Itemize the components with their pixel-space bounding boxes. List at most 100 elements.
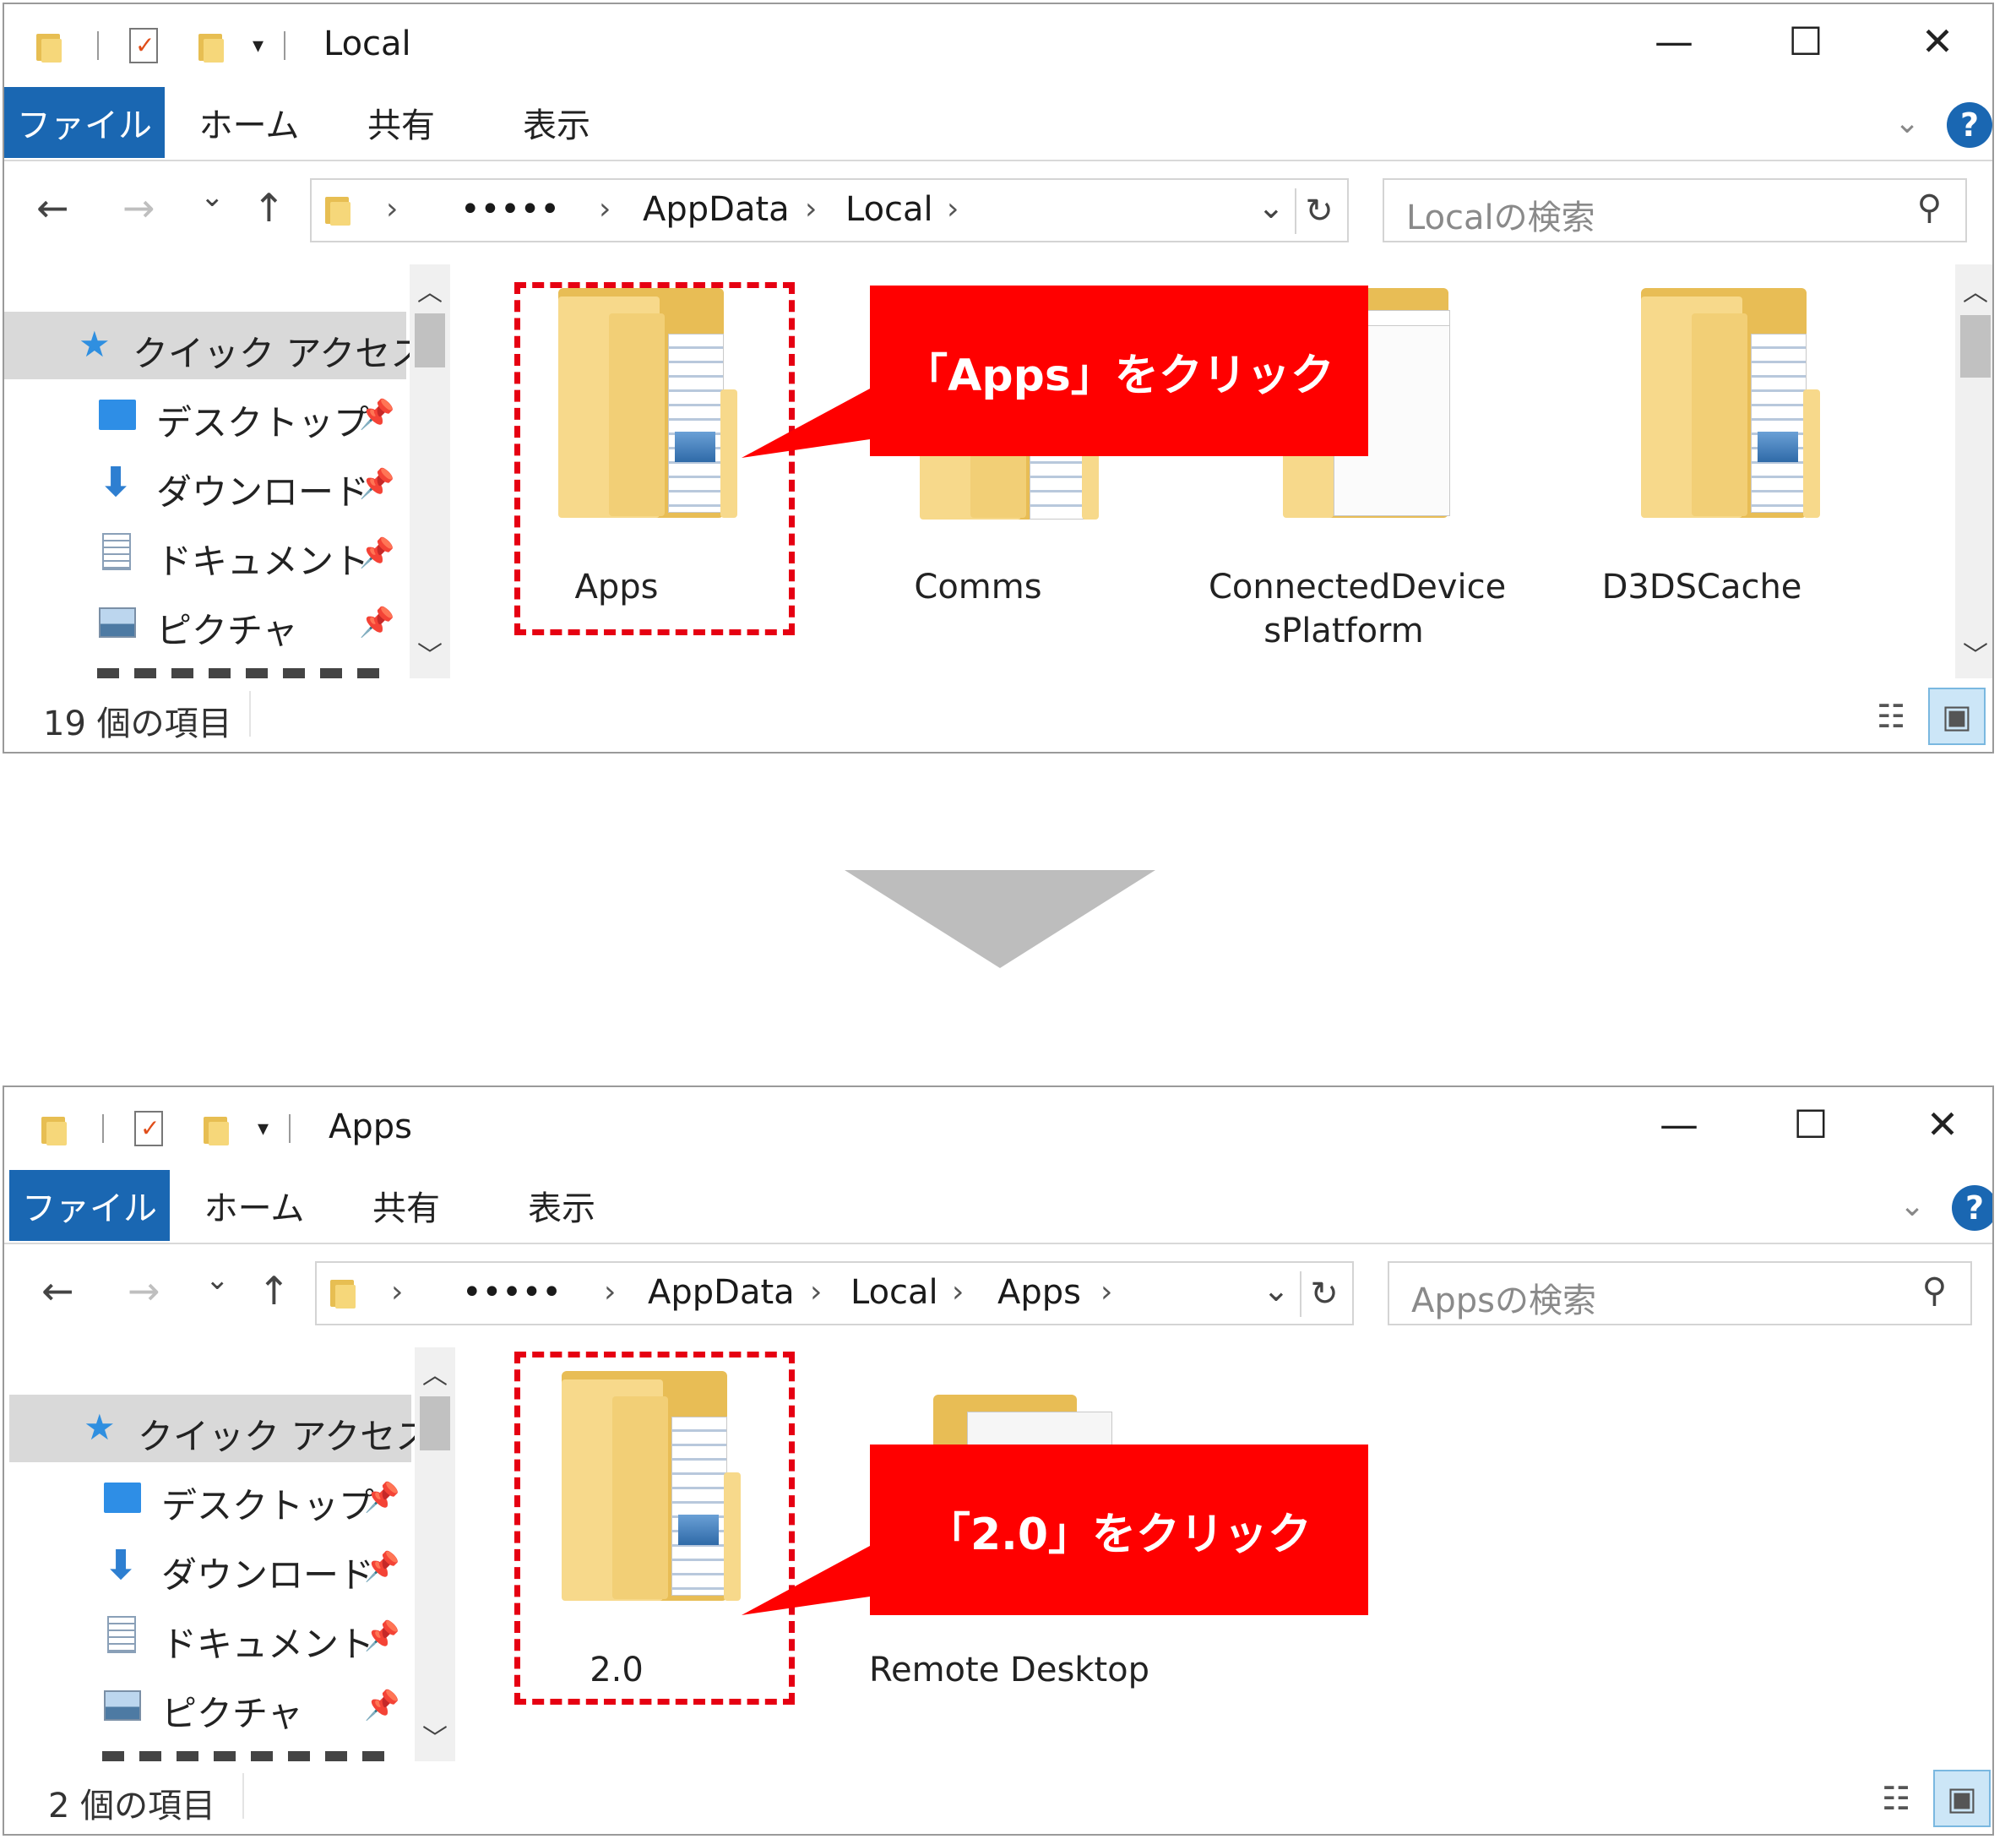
file-list-scrollbar[interactable]: ︿ ﹀: [1955, 264, 1992, 678]
recent-locations-button[interactable]: ⌄: [205, 1263, 230, 1297]
nav-pane-scrollbar[interactable]: ︿ ﹀: [410, 264, 450, 678]
pin-icon[interactable]: 📌: [364, 1619, 399, 1653]
download-arrow-icon: ⬇: [104, 1542, 139, 1589]
refresh-button[interactable]: ↻: [1295, 188, 1342, 234]
folder-icon[interactable]: [36, 29, 62, 63]
scroll-thumb[interactable]: [415, 313, 445, 367]
tab-view[interactable]: 表示: [497, 87, 616, 158]
tab-home[interactable]: ホーム: [190, 87, 308, 158]
breadcrumb-chevron-icon[interactable]: ›: [604, 1275, 616, 1309]
new-folder-icon[interactable]: [204, 1112, 229, 1145]
recent-locations-button[interactable]: ⌄: [200, 180, 225, 214]
nav-label: ドキュメント: [156, 541, 370, 582]
breadcrumb-chevron-icon[interactable]: ›: [805, 192, 817, 226]
refresh-button[interactable]: ↻: [1300, 1271, 1347, 1317]
tab-file[interactable]: ファイル: [9, 1170, 170, 1241]
scroll-down-icon[interactable]: ﹀: [410, 634, 450, 672]
forward-button[interactable]: →: [122, 185, 155, 231]
scroll-up-icon[interactable]: ︿: [415, 1354, 455, 1391]
pin-icon[interactable]: 📌: [359, 398, 394, 432]
large-icons-view-icon[interactable]: ▣: [1933, 1770, 1991, 1827]
breadcrumb-appdata[interactable]: AppData: [648, 1273, 795, 1312]
customize-toolbar-icon[interactable]: ▾: [258, 1116, 269, 1141]
pin-icon[interactable]: 📌: [364, 1481, 399, 1515]
scroll-up-icon[interactable]: ︿: [1955, 271, 1992, 308]
nav-item-quick-access[interactable]: ★ クイック アクセス: [9, 1395, 431, 1462]
breadcrumb-local[interactable]: Local: [845, 190, 933, 229]
address-dropdown-icon[interactable]: ⌄: [1258, 188, 1285, 226]
folder-item-d3dscache[interactable]: D3DSCache: [1567, 264, 1837, 607]
window-title: Local: [323, 24, 411, 63]
scroll-thumb[interactable]: [1960, 315, 1991, 378]
help-icon[interactable]: ?: [1947, 102, 1992, 148]
address-dropdown-icon[interactable]: ⌄: [1263, 1271, 1290, 1309]
details-view-icon[interactable]: ☷: [1862, 688, 1920, 745]
pin-icon[interactable]: 📌: [364, 1689, 399, 1722]
customize-toolbar-icon[interactable]: ▾: [253, 33, 264, 58]
scroll-thumb[interactable]: [420, 1396, 450, 1450]
tab-home[interactable]: ホーム: [195, 1170, 313, 1241]
nav-pane-scrollbar[interactable]: ︿ ﹀: [415, 1347, 455, 1761]
tab-file[interactable]: ファイル: [4, 87, 165, 158]
ribbon-expand-chevron-icon[interactable]: ⌄: [1899, 1189, 1925, 1223]
breadcrumb-chevron-icon[interactable]: ›: [1100, 1275, 1112, 1309]
breadcrumb-local[interactable]: Local: [850, 1273, 938, 1312]
address-bar[interactable]: › ••••• › AppData › Local › ⌄ ↻: [310, 178, 1349, 242]
nav-item-quick-access[interactable]: ★ クイック アクセス: [4, 312, 426, 379]
nav-item-desktop[interactable]: デスクトップ 📌: [4, 381, 406, 449]
folder-icon: [325, 192, 350, 226]
nav-item-desktop[interactable]: デスクトップ 📌: [9, 1464, 411, 1532]
breadcrumb-chevron-icon[interactable]: ›: [391, 1275, 403, 1309]
minimize-button[interactable]: —: [1641, 1099, 1717, 1150]
details-view-icon[interactable]: ☷: [1867, 1770, 1925, 1827]
search-box[interactable]: Localの検索 ⚲: [1383, 178, 1967, 242]
pin-icon[interactable]: 📌: [359, 536, 394, 570]
breadcrumb-apps[interactable]: Apps: [997, 1273, 1081, 1312]
close-button[interactable]: ✕: [1899, 16, 1975, 67]
up-button[interactable]: ↑: [253, 185, 285, 231]
breadcrumb-chevron-icon[interactable]: ›: [810, 1275, 822, 1309]
breadcrumb-user[interactable]: •••••: [462, 1273, 562, 1312]
nav-item-downloads[interactable]: ⬇ ダウンロード 📌: [9, 1533, 411, 1601]
properties-icon[interactable]: [129, 28, 158, 63]
tab-view[interactable]: 表示: [503, 1170, 621, 1241]
scroll-up-icon[interactable]: ︿: [410, 271, 450, 308]
search-box[interactable]: Appsの検索 ⚲: [1388, 1261, 1972, 1325]
close-button[interactable]: ✕: [1905, 1099, 1981, 1150]
desktop-icon: [99, 400, 136, 430]
nav-item-downloads[interactable]: ⬇ ダウンロード 📌: [4, 450, 406, 518]
forward-button[interactable]: →: [128, 1268, 160, 1314]
nav-item-documents[interactable]: ドキュメント 📌: [9, 1602, 411, 1670]
up-button[interactable]: ↑: [258, 1268, 291, 1314]
large-icons-view-icon[interactable]: ▣: [1928, 688, 1986, 745]
properties-icon[interactable]: [134, 1111, 163, 1146]
scroll-down-icon[interactable]: ﹀: [415, 1717, 455, 1755]
title-bar: ▾ Apps — ☐ ✕: [4, 1087, 1992, 1168]
callout-click-apps: 「Apps」をクリック: [870, 286, 1368, 456]
breadcrumb-user[interactable]: •••••: [460, 190, 560, 229]
scroll-down-icon[interactable]: ﹀: [1955, 634, 1992, 672]
breadcrumb-chevron-icon[interactable]: ›: [947, 192, 959, 226]
breadcrumb-chevron-icon[interactable]: ›: [952, 1275, 964, 1309]
ribbon-expand-chevron-icon[interactable]: ⌄: [1894, 106, 1920, 140]
nav-item-pictures[interactable]: ピクチャ 📌: [4, 589, 406, 656]
tab-share[interactable]: 共有: [347, 1170, 465, 1241]
pin-icon[interactable]: 📌: [359, 467, 394, 501]
back-button[interactable]: ←: [36, 185, 69, 231]
breadcrumb-appdata[interactable]: AppData: [643, 190, 790, 229]
back-button[interactable]: ←: [41, 1268, 74, 1314]
nav-item-pictures[interactable]: ピクチャ 📌: [9, 1672, 411, 1739]
nav-item-documents[interactable]: ドキュメント 📌: [4, 520, 406, 587]
new-folder-icon[interactable]: [198, 29, 224, 63]
maximize-button[interactable]: ☐: [1773, 1099, 1849, 1150]
breadcrumb-chevron-icon[interactable]: ›: [599, 192, 611, 226]
minimize-button[interactable]: —: [1636, 16, 1712, 67]
help-icon[interactable]: ?: [1952, 1185, 1992, 1231]
maximize-button[interactable]: ☐: [1768, 16, 1844, 67]
pin-icon[interactable]: 📌: [359, 606, 394, 639]
tab-share[interactable]: 共有: [342, 87, 460, 158]
breadcrumb-chevron-icon[interactable]: ›: [386, 192, 398, 226]
folder-icon[interactable]: [41, 1112, 67, 1145]
address-bar[interactable]: › ••••• › AppData › Local › Apps › ⌄ ↻: [315, 1261, 1354, 1325]
pin-icon[interactable]: 📌: [364, 1550, 399, 1584]
